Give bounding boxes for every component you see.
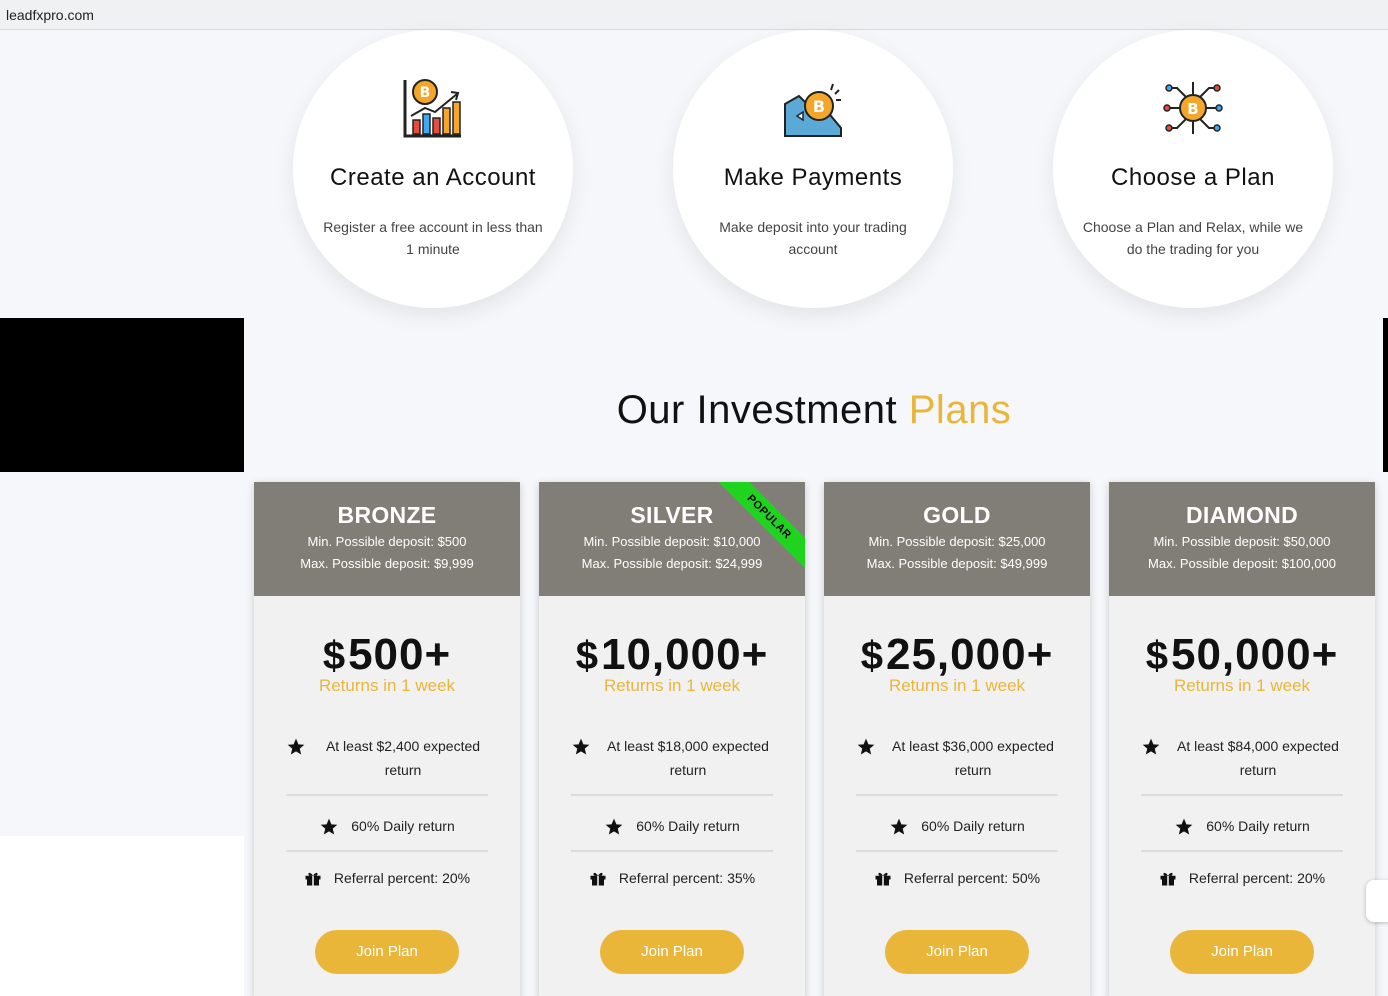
plan-min-deposit: Min. Possible deposit: $50,000 [1153,534,1331,549]
feature-expected-return: At least $2,400 expected return [286,734,488,796]
plan-header: POPULAR SILVER Min. Possible deposit: $1… [539,482,805,596]
step-choose-plan: B Choose a Plan Choose a Plan and Relax,… [1053,30,1333,308]
feature-text: 60% Daily return [636,818,740,834]
currency-symbol: $ [860,634,884,678]
star-icon [320,818,338,835]
star-icon [1175,818,1193,835]
plan-min-deposit: Min. Possible deposit: $25,000 [868,534,1046,549]
star-icon [572,738,590,755]
bitcoin-network-icon: B [1163,82,1223,134]
feature-referral: Referral percent: 50% [856,852,1058,902]
plan-name: GOLD [923,502,991,528]
plan-max-deposit: Max. Possible deposit: $24,999 [581,556,763,571]
feature-text: 60% Daily return [351,818,455,834]
feature-daily-return: 60% Daily return [856,796,1058,852]
feature-text: At least $2,400 expected return [325,738,481,778]
plan-returns: Returns in 1 week [318,676,456,695]
feature-text: 60% Daily return [1206,818,1310,834]
plan-price: $25,000+ [824,630,1090,680]
address-bar[interactable]: leadfxpro.com [0,0,1388,30]
plan-max-deposit: Max. Possible deposit: $49,999 [866,556,1048,571]
feature-text: Referral percent: 35% [618,870,756,886]
step-title: Make Payments [723,164,903,191]
currency-symbol: $ [1145,634,1169,678]
feature-daily-return: 60% Daily return [571,796,773,852]
plan-features: At least $18,000 expected return 60% Dai… [571,734,773,902]
svg-text:B: B [1187,100,1198,118]
feature-text: Referral percent: 50% [903,870,1041,886]
step-description: Make deposit into your trading account [719,219,907,257]
plan-header: DIAMOND Min. Possible deposit: $50,000 M… [1109,482,1375,596]
plan-name: BRONZE [337,502,437,528]
star-icon [1142,738,1160,755]
gift-icon [305,872,321,886]
white-block [0,836,244,996]
feature-expected-return: At least $84,000 expected return [1141,734,1343,796]
url-text: leadfxpro.com [6,7,94,23]
join-plan-button[interactable]: Join Plan [1170,930,1314,974]
step-description: Register a free account in less than 1 m… [323,219,543,257]
price-amount: 25,000+ [885,630,1054,679]
feature-text: Referral percent: 20% [333,870,471,886]
plan-min-deposit: Min. Possible deposit: $500 [307,534,467,549]
plan-card-gold: GOLD Min. Possible deposit: $25,000 Max.… [824,482,1090,996]
feature-referral: Referral percent: 20% [1141,852,1343,902]
feature-referral: Referral percent: 35% [571,852,773,902]
feature-text: At least $36,000 expected return [892,738,1054,778]
join-plan-button[interactable]: Join Plan [600,930,744,974]
star-icon [890,818,908,835]
feature-text: 60% Daily return [921,818,1025,834]
floating-widget-button[interactable] [1366,880,1388,922]
feature-daily-return: 60% Daily return [1141,796,1343,852]
gift-icon [875,872,891,886]
feature-daily-return: 60% Daily return [286,796,488,852]
star-icon [287,738,305,755]
plan-card-bronze: BRONZE Min. Possible deposit: $500 Max. … [254,482,520,996]
price-amount: 10,000+ [600,630,769,679]
section-heading: Our Investment Plans [244,388,1384,433]
bitcoin-payment-icon: B [784,83,842,137]
plan-price: $500+ [254,630,520,680]
feature-referral: Referral percent: 20% [286,852,488,902]
plan-card-silver: POPULAR SILVER Min. Possible deposit: $1… [539,482,805,996]
plan-name: DIAMOND [1186,502,1298,528]
plan-max-deposit: Max. Possible deposit: $100,000 [1148,556,1336,571]
price-amount: 50,000+ [1170,630,1339,679]
currency-symbol: $ [322,634,347,678]
feature-expected-return: At least $18,000 expected return [571,734,773,796]
step-create-account: B Create an Account Register a free acco… [293,30,573,308]
plan-features: At least $2,400 expected return 60% Dail… [286,734,488,902]
bitcoin-chart-icon: B [403,79,461,138]
heading-accent: Plans [908,388,1012,432]
join-plan-button[interactable]: Join Plan [315,930,459,974]
currency-symbol: $ [575,634,599,678]
plan-features: At least $36,000 expected return 60% Dai… [856,734,1058,902]
star-icon [605,818,623,835]
plan-header: BRONZE Min. Possible deposit: $500 Max. … [254,482,520,596]
star-icon [857,738,875,755]
feature-text: At least $18,000 expected return [607,738,769,778]
step-title: Choose a Plan [1111,164,1275,191]
plan-price: $50,000+ [1109,630,1375,680]
plan-features: At least $84,000 expected return 60% Dai… [1141,734,1343,902]
feature-text: Referral percent: 20% [1188,870,1326,886]
feature-expected-return: At least $36,000 expected return [856,734,1058,796]
gift-icon [1160,872,1176,886]
svg-text:B: B [420,85,431,101]
feature-text: At least $84,000 expected return [1177,738,1339,778]
step-make-payments: B Make Payments Make deposit into your t… [673,30,953,308]
plan-header: GOLD Min. Possible deposit: $25,000 Max.… [824,482,1090,596]
join-plan-button[interactable]: Join Plan [885,930,1029,974]
plan-card-diamond: DIAMOND Min. Possible deposit: $50,000 M… [1109,482,1375,996]
plan-price: $10,000+ [539,630,805,680]
step-description: Choose a Plan and Relax, while we do the… [1082,219,1304,257]
gift-icon [590,872,606,886]
price-amount: 500+ [348,630,452,679]
step-title: Create an Account [330,164,536,191]
plan-max-deposit: Max. Possible deposit: $9,999 [300,556,474,571]
black-placeholder-block [0,318,244,472]
svg-text:B: B [813,97,825,116]
heading-main: Our Investment [616,388,909,432]
plan-min-deposit: Min. Possible deposit: $10,000 [583,534,761,549]
